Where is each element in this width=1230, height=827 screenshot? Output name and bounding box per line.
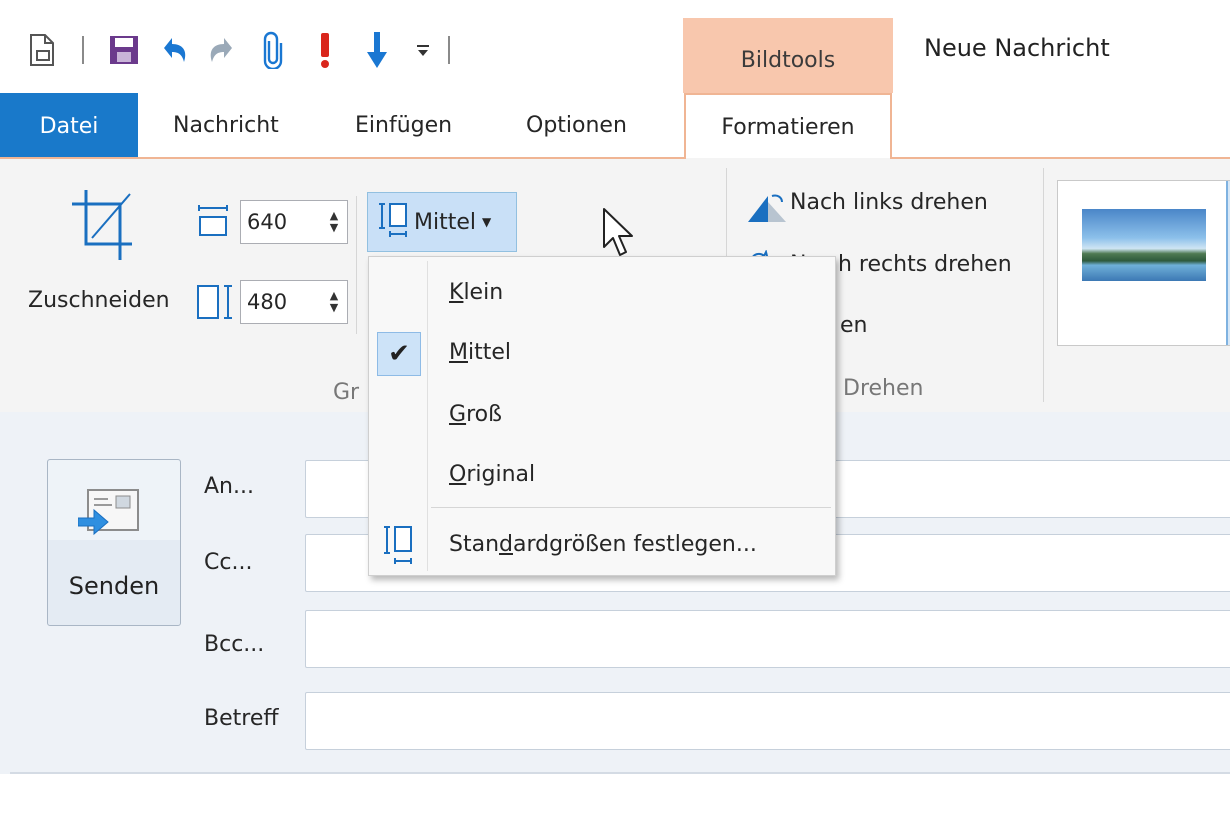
qat-separator [448,36,450,64]
chevron-down-icon: ▼ [482,215,492,229]
subject-field[interactable] [305,692,1230,750]
width-spin-arrows[interactable]: ▲ ▼ [321,210,347,234]
menu-item-default-sizes[interactable]: Standardgrößen festlegen... [369,519,835,575]
rotate-left-icon [746,190,790,228]
group-label-rotate: Drehen [843,376,924,401]
qat-separator [82,36,84,64]
cc-button[interactable]: Cc... [204,550,252,575]
bcc-field[interactable] [305,610,1230,668]
picture-size-label: Mittel [414,209,476,235]
width-icon [198,204,228,242]
importance-low-icon[interactable] [362,27,392,73]
width-value: 640 [247,210,288,234]
redo-icon[interactable] [204,27,240,73]
attach-icon[interactable] [258,27,288,73]
height-icon [196,284,236,326]
menu-item-label: Groß [449,402,502,427]
picture-style-gallery[interactable] [1057,180,1230,346]
crop-icon[interactable] [70,188,136,264]
subject-label: Betreff [204,706,279,731]
picture-style-thumbnail[interactable] [1082,209,1206,281]
send-label: Senden [68,572,160,600]
send-button[interactable]: Senden [47,459,181,626]
menu-item-label: Klein [449,280,504,305]
flip-button[interactable]: en [840,313,867,338]
size-group-divider [356,196,357,334]
menu-divider [431,507,831,508]
ribbon-tabs: Datei Nachricht Einfügen Optionen Format… [0,93,1230,161]
message-body[interactable] [0,774,1230,827]
height-spin-arrows[interactable]: ▲ ▼ [321,290,347,314]
menu-item-mittel[interactable]: ✔ Mittel [369,327,835,383]
picture-size-icon [383,525,413,571]
width-stepper[interactable]: 640 ▲ ▼ [240,200,348,244]
tab-nachricht[interactable]: Nachricht [173,93,279,157]
menu-item-gross[interactable]: Groß [369,389,835,445]
menu-item-label: Standardgrößen festlegen... [449,532,757,557]
new-item-icon[interactable] [26,27,58,73]
context-tab-header: Bildtools [683,18,893,94]
undo-icon[interactable] [156,27,192,73]
group-separator [1043,168,1044,402]
rotate-right-button[interactable]: h rechts drehen [838,252,1012,277]
rotate-left-button[interactable]: Nach links drehen [790,190,988,215]
height-value: 480 [247,290,288,314]
send-mail-icon [77,484,144,548]
window-title: Neue Nachricht [924,34,1110,62]
tab-datei[interactable]: Datei [0,93,138,159]
menu-item-klein[interactable]: Klein [369,267,835,323]
group-label-size: Gr [333,380,360,405]
checkmark-icon: ✔ [377,332,421,376]
menu-item-label: Original [449,462,536,487]
save-icon[interactable] [106,27,142,73]
importance-high-icon[interactable] [310,27,340,73]
menu-item-label: Mittel [449,340,511,365]
title-bar: Bildtools Neue Nachricht [0,0,1230,94]
picture-size-dropdown-button[interactable]: Mittel ▼ [367,192,517,252]
picture-size-menu: Klein ✔ Mittel Groß Original Standardgrö… [368,256,836,576]
menu-item-original[interactable]: Original [369,449,835,505]
tab-optionen[interactable]: Optionen [526,93,627,157]
mouse-cursor-icon [602,207,636,263]
customize-qat-icon[interactable] [410,27,436,73]
gallery-selected-edge [1226,181,1230,345]
tab-einfuegen[interactable]: Einfügen [355,93,452,157]
height-stepper[interactable]: 480 ▲ ▼ [240,280,348,324]
bcc-button[interactable]: Bcc... [204,632,264,657]
tab-formatieren[interactable]: Formatieren [684,93,892,161]
to-button[interactable]: An... [204,474,254,499]
crop-button[interactable]: Zuschneiden [28,288,170,313]
picture-size-icon [378,202,408,242]
